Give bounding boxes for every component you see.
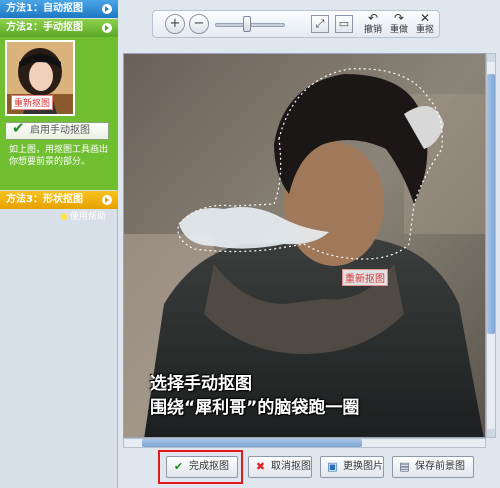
reset-button[interactable]: ✕ 重抠 <box>413 12 437 37</box>
replace-image-button[interactable]: ▣ 更换图片 <box>320 456 384 478</box>
close-icon: ✖ <box>255 460 266 473</box>
redo-cutout-label[interactable]: 重新抠图 <box>342 269 388 286</box>
help-link-label: 使用帮助 <box>69 212 106 222</box>
expand-arrow-icon[interactable] <box>102 23 112 33</box>
method2-description: 如上图，用抠图工具画出你想要前景的部分。 <box>9 145 109 167</box>
caption-line2: 围绕“犀利哥”的脑袋跑一圈 <box>150 398 360 418</box>
horizontal-scroll-thumb[interactable] <box>142 439 362 447</box>
checkmark-icon: ✔ <box>173 460 184 473</box>
method3-label: 方法3：形状抠图 <box>6 194 83 205</box>
image-icon: ▣ <box>327 460 338 473</box>
redo-button[interactable]: ↷ 重做 <box>387 12 411 37</box>
replace-image-label: 更换图片 <box>343 461 383 472</box>
close-icon: ✕ <box>419 11 431 25</box>
finish-cutout-button[interactable]: ✔ 完成抠图 <box>166 456 238 478</box>
save-foreground-label: 保存前景图 <box>415 461 465 472</box>
vertical-scrollbar[interactable] <box>486 53 496 438</box>
redo-label: 重做 <box>389 25 408 35</box>
zoom-slider-thumb[interactable] <box>242 16 251 32</box>
lightbulb-icon: ● <box>60 212 68 222</box>
undo-icon: ↶ <box>367 11 379 25</box>
instruction-caption: 选择手动抠图 围绕“犀利哥”的脑袋跑一圈 <box>150 372 359 420</box>
horizontal-scrollbar[interactable] <box>123 438 486 448</box>
scroll-down-icon[interactable] <box>487 429 495 437</box>
zoom-out-icon[interactable]: − <box>189 14 209 34</box>
cancel-cutout-button[interactable]: ✖ 取消抠图 <box>248 456 312 478</box>
redo-cutout-label[interactable]: 重新抠图 <box>11 95 54 110</box>
actual-size-icon[interactable]: ▭ <box>335 15 353 33</box>
save-icon: ▤ <box>399 460 410 473</box>
method2-header[interactable]: 方法2：手动抠图 <box>0 19 118 37</box>
expand-arrow-icon[interactable] <box>102 195 112 205</box>
cancel-cutout-label: 取消抠图 <box>271 461 311 472</box>
preview-thumbnail[interactable]: 重新抠图 <box>5 40 75 116</box>
finish-cutout-label: 完成抠图 <box>189 461 229 472</box>
method2-body: 重新抠图 ✔ 启用手动抠图 如上图，用抠图工具画出你想要前景的部分。 ● 使用帮助 <box>0 37 118 222</box>
method-panel: 方法1：自动抠图 方法2：手动抠图 重新抠图 ✔ 启用手动抠图 如上图，用抠图工… <box>0 0 118 488</box>
method1-header[interactable]: 方法1：自动抠图 <box>0 0 118 18</box>
reset-label: 重抠 <box>415 25 434 35</box>
expand-arrow-icon[interactable] <box>102 4 112 14</box>
caption-line1: 选择手动抠图 <box>150 374 252 394</box>
fit-screen-icon[interactable]: ⤢ <box>311 15 329 33</box>
enable-manual-cutout-button[interactable]: ✔ 启用手动抠图 <box>5 119 109 140</box>
help-link[interactable]: ● 使用帮助 <box>60 209 106 222</box>
undo-button[interactable]: ↶ 撤销 <box>361 12 385 37</box>
undo-label: 撤销 <box>363 25 382 35</box>
save-foreground-button[interactable]: ▤ 保存前景图 <box>392 456 474 478</box>
checkmark-icon: ✔ <box>12 119 25 137</box>
redo-icon: ↷ <box>393 11 405 25</box>
photo-canvas[interactable]: 重新抠图 选择手动抠图 围绕“犀利哥”的脑袋跑一圈 <box>123 53 486 438</box>
method3-header[interactable]: 方法3：形状抠图 <box>0 191 118 209</box>
enable-manual-cutout-label: 启用手动抠图 <box>30 125 90 136</box>
scroll-up-icon[interactable] <box>487 54 495 62</box>
image-toolbar: + − ⤢ ▭ ↶ 撤销 ↷ 重做 ✕ 重抠 <box>152 10 440 38</box>
zoom-in-icon[interactable]: + <box>165 14 185 34</box>
method1-label: 方法1：自动抠图 <box>6 3 83 14</box>
vertical-scroll-thumb[interactable] <box>487 74 495 334</box>
method2-label: 方法2：手动抠图 <box>6 22 83 33</box>
